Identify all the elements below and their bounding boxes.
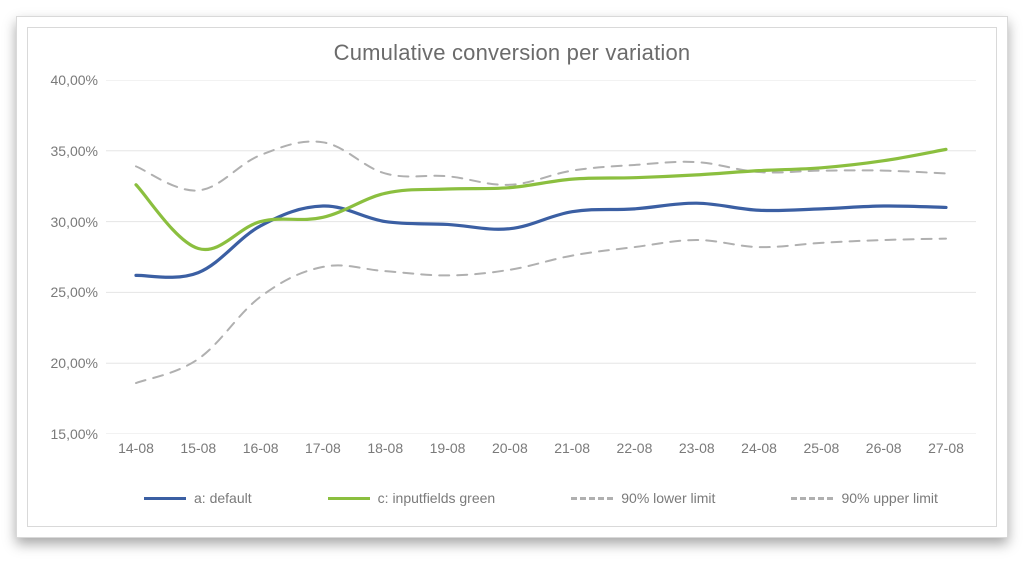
x-tick-label: 25-08 [803,440,839,456]
x-tick-label: 15-08 [180,440,216,456]
chart-frame: Cumulative conversion per variation 15,0… [16,16,1008,538]
legend-swatch [328,497,370,500]
x-tick-label: 26-08 [866,440,902,456]
y-tick-label: 30,00% [51,214,98,230]
series-line [136,203,946,277]
y-tick-label: 40,00% [51,72,98,88]
y-tick-label: 35,00% [51,143,98,159]
legend-item: a: default [144,490,252,506]
y-axis: 15,00%20,00%25,00%30,00%35,00%40,00% [28,80,106,434]
x-tick-label: 22-08 [617,440,653,456]
x-tick-label: 23-08 [679,440,715,456]
legend-item: 90% upper limit [791,490,938,506]
series-line [136,239,946,383]
legend-label: c: inputfields green [378,490,496,506]
x-tick-label: 24-08 [741,440,777,456]
legend-swatch [791,497,833,500]
y-tick-label: 15,00% [51,426,98,442]
legend-item: c: inputfields green [328,490,496,506]
x-tick-label: 14-08 [118,440,154,456]
legend-swatch [144,497,186,500]
y-tick-label: 25,00% [51,284,98,300]
x-tick-label: 27-08 [928,440,964,456]
x-tick-label: 20-08 [492,440,528,456]
series-line [136,149,946,249]
legend-item: 90% lower limit [571,490,715,506]
legend-swatch [571,497,613,500]
x-tick-label: 21-08 [554,440,590,456]
plot-area [106,80,976,434]
x-tick-label: 16-08 [243,440,279,456]
legend: a: default c: inputfields green 90% lower … [106,484,976,512]
chart-title: Cumulative conversion per variation [28,40,996,66]
x-tick-label: 18-08 [367,440,403,456]
x-axis: 14-08 15-08 16-08 17-08 18-08 19-08 20-08 21-08… [106,438,976,468]
chart-inner: Cumulative conversion per variation 15,0… [27,27,997,527]
legend-label: 90% upper limit [841,490,938,506]
legend-label: 90% lower limit [621,490,715,506]
plot-svg [106,80,976,434]
y-tick-label: 20,00% [51,355,98,371]
x-tick-label: 17-08 [305,440,341,456]
legend-label: a: default [194,490,252,506]
x-tick-label: 19-08 [430,440,466,456]
